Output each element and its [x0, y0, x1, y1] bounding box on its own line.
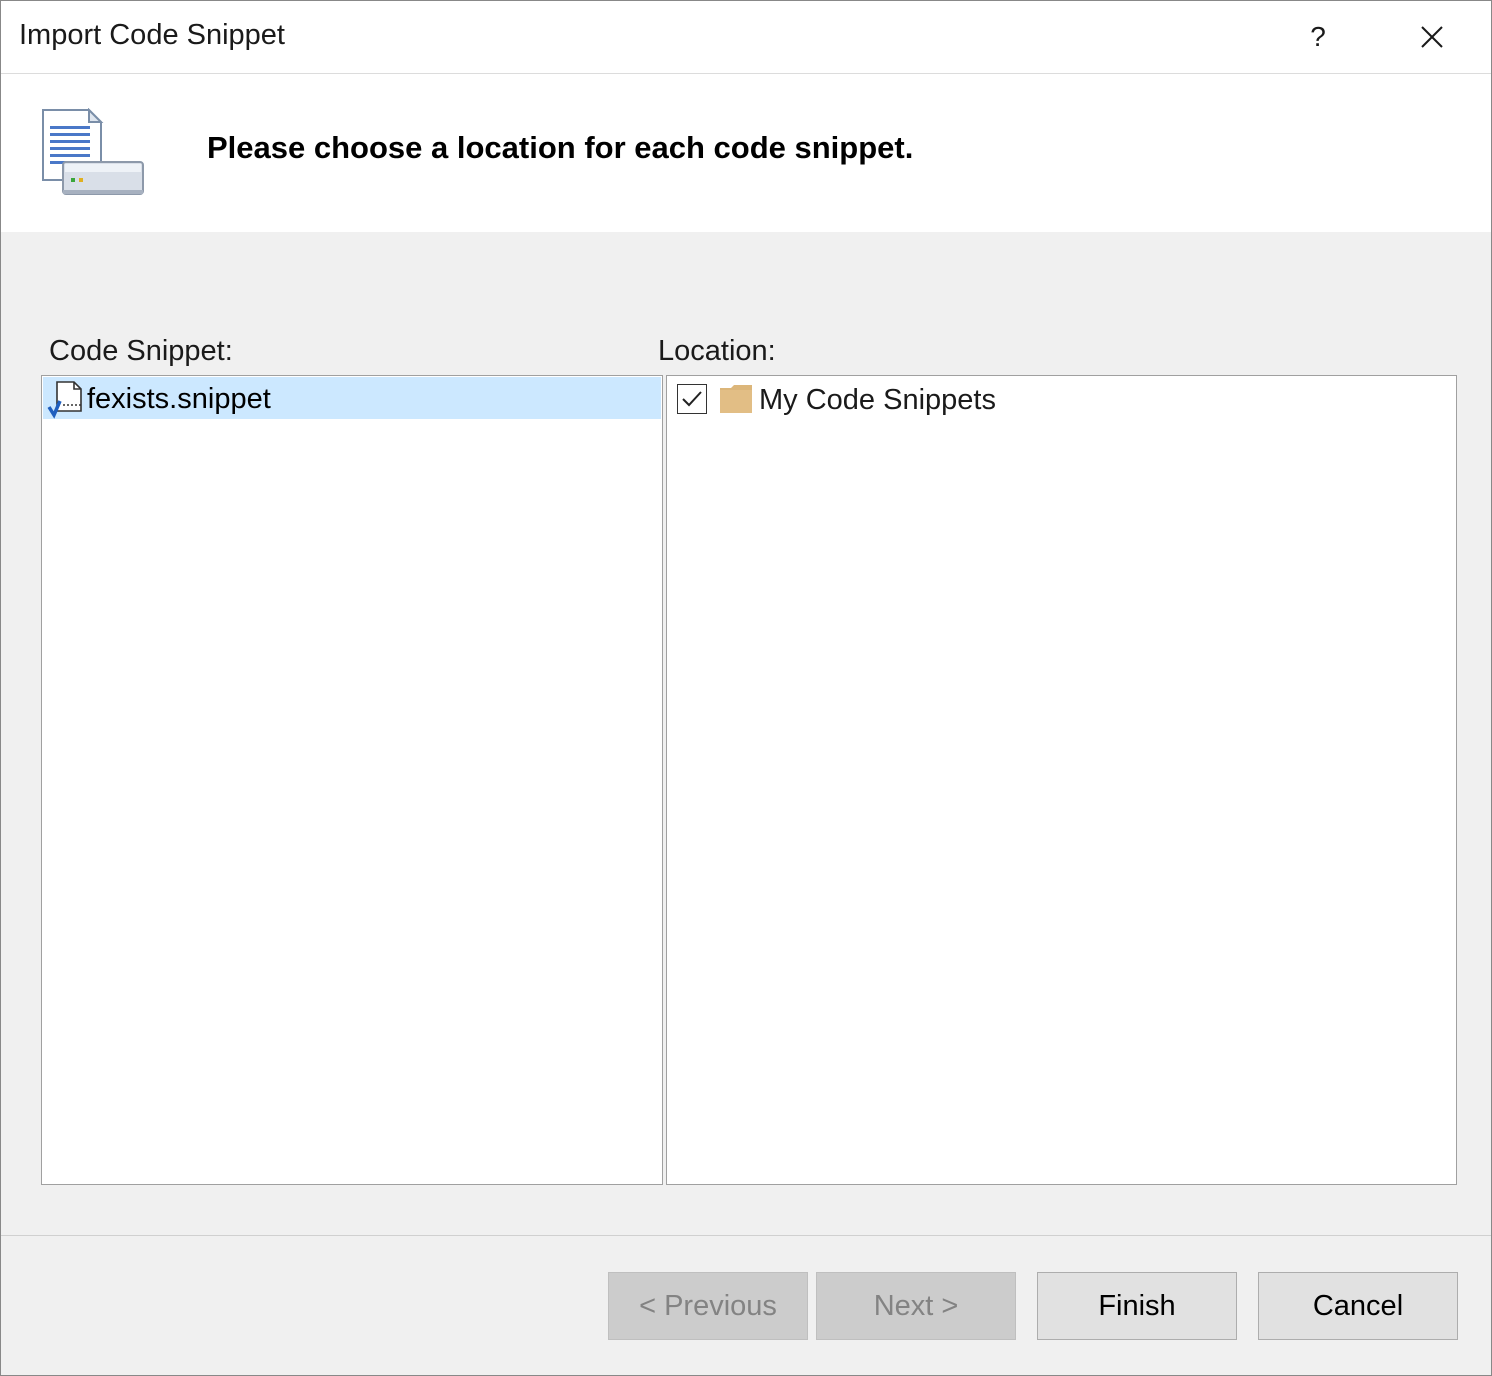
window-title: Import Code Snippet	[19, 19, 285, 51]
title-bar: Import Code Snippet ?	[1, 1, 1491, 74]
page-heading: Please choose a location for each code s…	[207, 130, 914, 165]
checkmark-icon	[682, 391, 702, 407]
snippet-file-icon	[47, 381, 82, 419]
previous-button[interactable]: < Previous	[608, 1272, 808, 1340]
location-name: My Code Snippets	[759, 384, 996, 416]
location-label: Location:	[658, 335, 776, 367]
header-banner: Please choose a location for each code s…	[1, 74, 1491, 232]
close-button[interactable]	[1387, 1, 1477, 73]
code-snippet-label: Code Snippet:	[49, 335, 233, 367]
code-snippet-list[interactable]: fexists.snippet	[41, 375, 663, 1185]
snippet-import-icon	[42, 108, 144, 195]
help-button[interactable]: ?	[1273, 1, 1363, 73]
list-item[interactable]: fexists.snippet	[43, 377, 661, 419]
snippet-file-name: fexists.snippet	[87, 383, 271, 415]
next-button[interactable]: Next >	[816, 1272, 1016, 1340]
import-code-snippet-dialog: Import Code Snippet ? Please choose a lo…	[0, 0, 1492, 1376]
location-checkbox[interactable]	[677, 384, 707, 414]
footer-separator	[1, 1235, 1491, 1236]
cancel-button[interactable]: Cancel	[1258, 1272, 1458, 1340]
location-tree[interactable]: My Code Snippets	[666, 375, 1457, 1185]
folder-icon	[720, 385, 752, 413]
close-icon	[1421, 26, 1443, 48]
tree-item[interactable]: My Code Snippets	[667, 378, 1456, 422]
finish-button[interactable]: Finish	[1037, 1272, 1237, 1340]
